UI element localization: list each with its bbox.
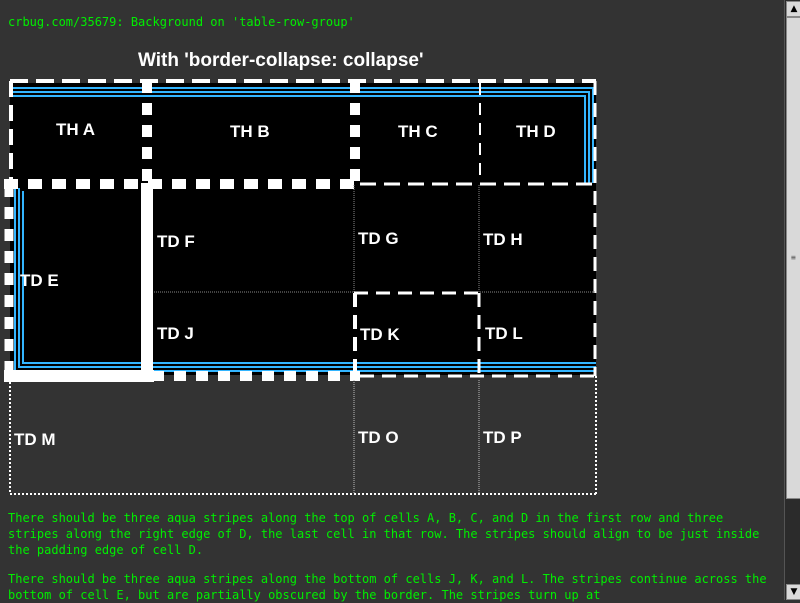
cell-td-l: TD L xyxy=(485,324,523,343)
cell-td-p: TD P xyxy=(483,428,522,447)
cell-td-g: TD G xyxy=(358,229,399,248)
cell-td-k: TD K xyxy=(360,325,400,344)
scrollbar-thumb[interactable]: ≡ xyxy=(786,17,800,499)
cell-td-m: TD M xyxy=(14,430,56,449)
arrow-down-icon[interactable]: ▼ xyxy=(786,584,800,600)
cell-td-e: TD E xyxy=(20,271,59,290)
arrow-up-icon[interactable]: ▲ xyxy=(786,1,800,17)
description-paragraph-1: There should be three aqua stripes along… xyxy=(8,511,760,557)
cell-th-a: TH A xyxy=(56,120,96,139)
description-paragraph-2: There should be three aqua stripes along… xyxy=(8,572,767,602)
grip-icon: ≡ xyxy=(791,253,796,262)
cell-td-o: TD O xyxy=(358,428,399,447)
cell-th-d: TH D xyxy=(516,122,556,141)
cell-th-b: TH B xyxy=(230,122,270,141)
cell-td-j: TD J xyxy=(157,324,194,343)
cell-th-c: TH C xyxy=(398,122,438,141)
cell-td-f: TD F xyxy=(157,232,195,251)
vertical-scrollbar[interactable]: ▲ ≡ ▼ xyxy=(784,0,800,600)
cell-td-h: TD H xyxy=(483,230,523,249)
